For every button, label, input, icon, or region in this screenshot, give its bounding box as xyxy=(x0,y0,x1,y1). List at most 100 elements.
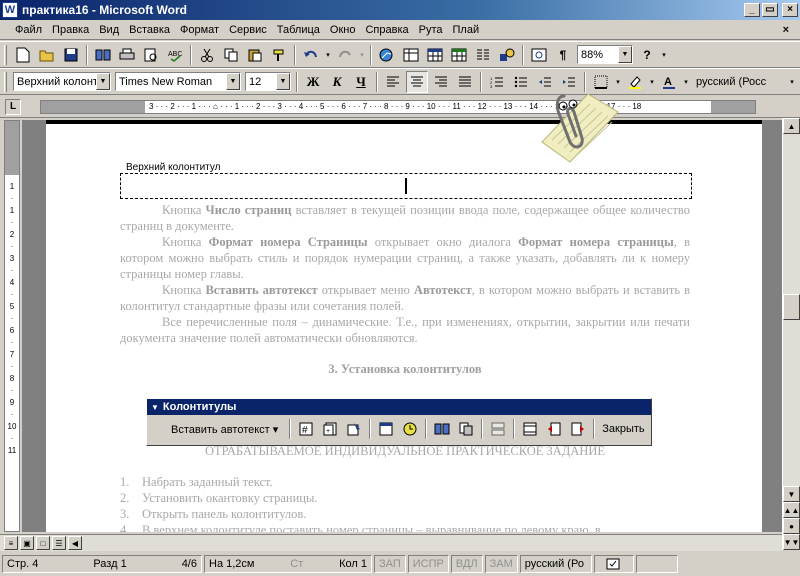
underline-button[interactable]: Ч xyxy=(350,71,372,93)
numbering-icon[interactable]: 123 xyxy=(486,71,508,93)
insert-excel-icon[interactable] xyxy=(448,44,470,66)
previous-page-icon[interactable]: ▲▲ xyxy=(783,502,800,518)
menu-insert[interactable]: Вставка xyxy=(124,24,175,36)
show-previous-icon[interactable] xyxy=(543,418,565,440)
columns-icon[interactable] xyxy=(472,44,494,66)
zoom-select[interactable]: 88% ▼ xyxy=(577,45,633,64)
status-language[interactable]: русский (Ро xyxy=(519,555,592,573)
redo-icon[interactable] xyxy=(334,44,356,66)
tab-selector[interactable]: L xyxy=(5,99,21,115)
status-trk[interactable]: ИСПР xyxy=(407,555,449,573)
status-cursor[interactable]: На 1,2см Ст Кол 1 xyxy=(204,555,372,573)
page-setup-icon[interactable] xyxy=(431,418,453,440)
italic-button[interactable]: К xyxy=(326,71,348,93)
chevron-down-icon[interactable]: ▼ xyxy=(618,46,632,63)
copy-icon[interactable] xyxy=(220,44,242,66)
menu-tools[interactable]: Сервис xyxy=(224,24,272,36)
status-rec[interactable]: ЗАП xyxy=(374,555,406,573)
toolbar-options-icon[interactable]: ▾ xyxy=(788,71,796,93)
menu-edit[interactable]: Правка xyxy=(47,24,94,36)
document-close-button[interactable]: × xyxy=(778,24,794,36)
toolbar-grip[interactable] xyxy=(4,71,7,92)
status-position[interactable]: Стр. 4 Разд 1 4/6 xyxy=(2,555,202,573)
chevron-down-icon[interactable]: ▼ xyxy=(96,73,110,90)
document-page[interactable]: Верхний колонтитул Кнопка Число страниц … xyxy=(46,120,762,532)
word-icon[interactable]: W xyxy=(2,2,18,18)
scroll-left-icon[interactable]: ◀ xyxy=(68,536,82,550)
language-select[interactable]: русский (Росс xyxy=(693,72,785,91)
hyperlink-icon[interactable] xyxy=(376,44,398,66)
undo-icon[interactable] xyxy=(300,44,322,66)
tables-borders-icon[interactable] xyxy=(400,44,422,66)
scroll-up-icon[interactable]: ▲ xyxy=(783,118,800,134)
scroll-thumb[interactable] xyxy=(783,294,800,320)
menu-ruta[interactable]: Рута xyxy=(414,24,448,36)
insert-table-icon[interactable] xyxy=(424,44,446,66)
vertical-ruler[interactable]: 1 · 1 · 2 · 3 · 4 · 5 · 6 · 7 · 8 · 9 · 10 · 11 xyxy=(4,120,20,532)
hf-toolbar-title-bar[interactable]: ▼ Колонтитулы xyxy=(147,399,651,415)
justify-icon[interactable] xyxy=(454,71,476,93)
print-layout-icon[interactable]: □ xyxy=(36,536,50,550)
menu-help[interactable]: Справка xyxy=(360,24,413,36)
document-map-icon[interactable] xyxy=(528,44,550,66)
menu-view[interactable]: Вид xyxy=(94,24,124,36)
cut-icon[interactable] xyxy=(196,44,218,66)
show-next-icon[interactable] xyxy=(567,418,589,440)
format-page-number-icon[interactable] xyxy=(343,418,365,440)
paste-icon[interactable] xyxy=(244,44,266,66)
close-button[interactable]: × xyxy=(782,3,798,17)
header-area[interactable] xyxy=(120,173,692,199)
show-formatting-icon[interactable]: ¶ xyxy=(552,44,574,66)
highlight-icon[interactable] xyxy=(624,71,646,93)
select-browse-object-icon[interactable]: ● xyxy=(783,518,800,534)
drawing-icon[interactable] xyxy=(496,44,518,66)
save-icon[interactable] xyxy=(60,44,82,66)
next-page-icon[interactable]: ▼▼ xyxy=(783,534,800,550)
bullets-icon[interactable] xyxy=(510,71,532,93)
insert-page-number-icon[interactable]: # xyxy=(295,418,317,440)
permissions-icon[interactable] xyxy=(92,44,114,66)
font-select[interactable]: Times New Roman ▼ xyxy=(115,72,241,91)
switch-header-footer-icon[interactable] xyxy=(519,418,541,440)
font-color-icon[interactable]: A xyxy=(658,71,680,93)
menu-format[interactable]: Формат xyxy=(175,24,224,36)
chevron-down-icon[interactable]: ▼ xyxy=(226,73,240,90)
insert-autotext-button[interactable]: Вставить автотекст ▾ xyxy=(151,423,286,436)
print-preview-icon[interactable] xyxy=(140,44,162,66)
menu-plai[interactable]: Плай xyxy=(448,24,485,36)
redo-dropdown-icon[interactable]: ▾ xyxy=(358,44,366,66)
horizontal-ruler[interactable]: 3 · · · 2 · · · 1 · · · ⌂ · · · 1 · · · … xyxy=(40,100,756,114)
print-icon[interactable] xyxy=(116,44,138,66)
status-ext[interactable]: ВДЛ xyxy=(450,555,483,573)
toolbar-grip[interactable] xyxy=(4,44,7,65)
format-painter-icon[interactable] xyxy=(268,44,290,66)
same-as-previous-icon[interactable] xyxy=(487,418,509,440)
align-center-icon[interactable] xyxy=(406,70,428,93)
web-layout-icon[interactable]: ▣ xyxy=(20,536,34,550)
open-folder-icon[interactable] xyxy=(36,44,58,66)
minimize-button[interactable]: _ xyxy=(744,3,760,17)
close-header-footer-button[interactable]: Закрыть xyxy=(598,423,648,435)
help-icon[interactable]: ? xyxy=(636,44,658,66)
vertical-scrollbar[interactable]: ▲ ▼ ▲▲ ● ▼▼ xyxy=(782,118,800,550)
highlight-dropdown-icon[interactable]: ▾ xyxy=(648,71,656,93)
maximize-button[interactable]: ▭ xyxy=(762,3,778,17)
show-document-text-icon[interactable] xyxy=(455,418,477,440)
font-color-dropdown-icon[interactable]: ▾ xyxy=(682,71,690,93)
status-ovr[interactable]: ЗАМ xyxy=(484,555,518,573)
menu-file[interactable]: Файл xyxy=(10,24,47,36)
align-left-icon[interactable] xyxy=(382,71,404,93)
new-document-icon[interactable] xyxy=(12,44,34,66)
horizontal-scrollbar[interactable]: ≡ ▣ □ ☰ ◀ xyxy=(0,534,782,551)
office-assistant-paperclip-icon[interactable] xyxy=(530,86,622,166)
undo-dropdown-icon[interactable]: ▾ xyxy=(324,44,332,66)
chevron-down-icon[interactable]: ▼ xyxy=(276,73,290,90)
spelling-icon[interactable]: ABC xyxy=(164,44,186,66)
outline-view-icon[interactable]: ☰ xyxy=(52,536,66,550)
menu-table[interactable]: Таблица xyxy=(272,24,325,36)
insert-page-count-icon[interactable]: + xyxy=(319,418,341,440)
font-size-select[interactable]: 12 ▼ xyxy=(245,72,291,91)
spelling-status-icon[interactable] xyxy=(593,555,634,573)
insert-date-icon[interactable] xyxy=(375,418,397,440)
style-select[interactable]: Верхний колонт ▼ xyxy=(13,72,111,91)
